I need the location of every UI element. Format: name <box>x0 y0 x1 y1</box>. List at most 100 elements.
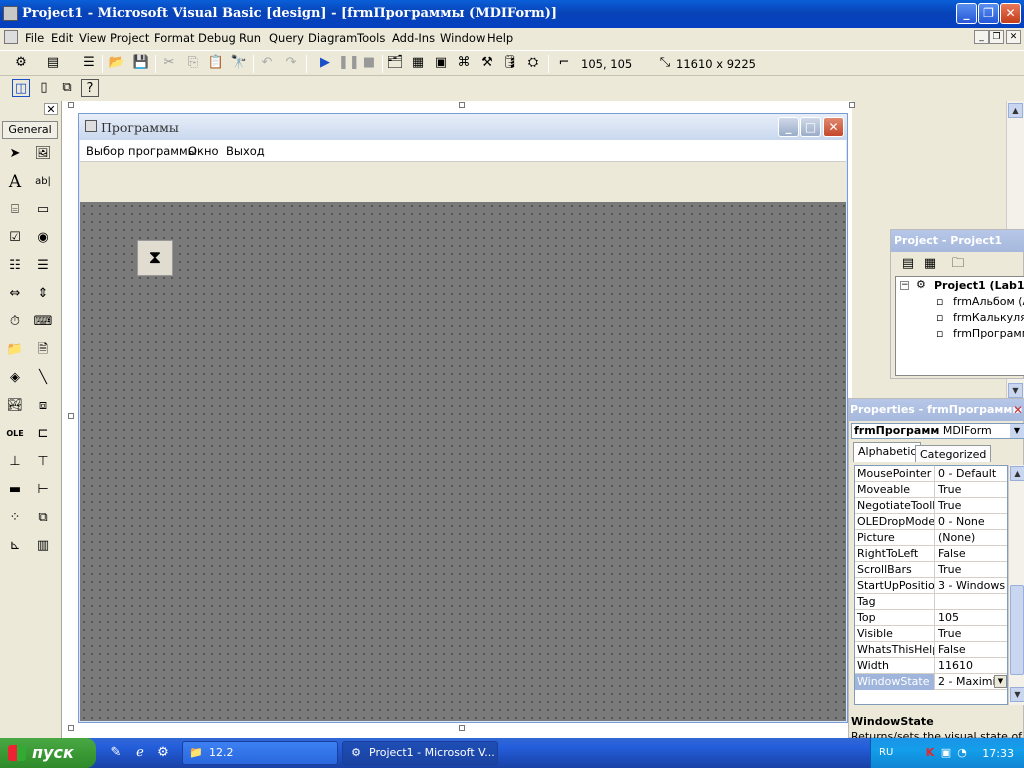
drivelistbox-tool-icon[interactable]: ⌨ <box>32 311 54 333</box>
network-icon[interactable]: ▣ <box>939 746 953 760</box>
property-row[interactable]: ScrollBars True <box>855 562 1007 578</box>
toggle-folders-icon[interactable]: 🗀 <box>949 255 967 273</box>
end-icon[interactable]: ■ <box>360 54 378 72</box>
language-indicator[interactable]: RU <box>879 747 893 758</box>
bring-to-front-icon[interactable]: ◫ <box>12 79 30 97</box>
kaspersky-icon[interactable]: K <box>923 746 937 760</box>
taskbar-item-vb[interactable]: ⚙ Project1 - Microsoft V... <box>342 741 498 765</box>
add-form-icon[interactable]: ▤ <box>44 54 62 72</box>
scroll-up-icon[interactable]: ▲ <box>1008 103 1023 118</box>
shape-tool-icon[interactable]: ◈ <box>4 367 26 389</box>
menu-query[interactable]: Query <box>269 31 304 45</box>
property-row[interactable]: Moveable True <box>855 482 1007 498</box>
menu-view[interactable]: View <box>79 31 106 45</box>
tree-item-form[interactable]: frmПрограммы <box>953 327 1024 340</box>
internet-explorer-icon[interactable]: ℯ <box>132 745 148 761</box>
resize-handle[interactable] <box>459 725 465 731</box>
property-value[interactable]: True <box>936 482 1007 498</box>
collapse-icon[interactable]: − <box>900 281 909 290</box>
tree-item-form[interactable]: frmКалькулят <box>953 311 1024 324</box>
resize-handle[interactable] <box>68 102 74 108</box>
component-manager-icon[interactable]: ⛭ <box>524 54 542 72</box>
toolbox-close-icon[interactable]: ✕ <box>44 103 58 115</box>
extra-tool-5-icon[interactable]: ⁘ <box>4 507 26 529</box>
property-row[interactable]: Width 11610 <box>855 658 1007 674</box>
form-menu-select-program[interactable]: Выбор программы <box>86 144 197 158</box>
property-row[interactable]: StartUpPosition3 - Windows D <box>855 578 1007 594</box>
quicklaunch-icon[interactable]: ✎ <box>108 745 124 761</box>
data-view-icon[interactable]: 🛢 <box>501 54 519 72</box>
extra-tool-8-icon[interactable]: ▥ <box>32 535 54 557</box>
tab-alphabetic[interactable]: Alphabetic <box>853 442 922 462</box>
save-project-icon[interactable]: 💾 <box>132 54 150 72</box>
property-row[interactable]: WhatsThisHelp False <box>855 642 1007 658</box>
combobox-tool-icon[interactable]: ☷ <box>4 255 26 277</box>
property-value[interactable]: 11610 <box>936 658 1007 674</box>
property-value[interactable]: True <box>936 562 1007 578</box>
property-row[interactable]: Visible True <box>855 626 1007 642</box>
form-menu-exit[interactable]: Выход <box>226 144 265 158</box>
quicklaunch-app-icon[interactable]: ⚙ <box>155 745 171 761</box>
open-project-icon[interactable]: 📂 <box>108 54 126 72</box>
scroll-thumb[interactable] <box>1010 585 1024 675</box>
mdi-close-button[interactable]: ✕ <box>1006 30 1021 44</box>
paste-icon[interactable]: 📋 <box>207 54 225 72</box>
form-menu-window[interactable]: Окно <box>188 144 219 158</box>
menu-window[interactable]: Window <box>440 31 485 45</box>
tree-project-root[interactable]: Project1 (Lab12 <box>934 279 1024 292</box>
property-value[interactable]: True <box>936 626 1007 642</box>
property-row[interactable]: NegotiateToolbaTrue <box>855 498 1007 514</box>
extra-tool-4-icon[interactable]: ▬ <box>4 479 26 501</box>
ole-tool-icon[interactable]: OLE <box>4 423 26 445</box>
form-system-icon[interactable] <box>4 30 18 44</box>
redo-icon[interactable]: ↷ <box>282 54 300 72</box>
view-object-icon[interactable]: ▦ <box>921 255 939 273</box>
project-explorer-icon[interactable]: 🗂 <box>386 54 404 72</box>
extra-tool-1-icon[interactable]: ⊏ <box>32 423 54 445</box>
property-value[interactable]: 105 <box>936 610 1007 626</box>
cut-icon[interactable]: ✂ <box>160 54 178 72</box>
help-icon[interactable]: ? <box>81 79 99 97</box>
line-tool-icon[interactable]: ╲ <box>32 367 54 389</box>
property-row[interactable]: Top 105 <box>855 610 1007 626</box>
vscrollbar-tool-icon[interactable]: ⇕ <box>32 283 54 305</box>
scroll-down-icon[interactable]: ▼ <box>1008 383 1023 398</box>
property-value[interactable]: 0 - None <box>936 514 1007 530</box>
undo-icon[interactable]: ↶ <box>258 54 276 72</box>
menu-add-ins[interactable]: Add-Ins <box>392 31 435 45</box>
resize-handle[interactable] <box>849 102 855 108</box>
close-button[interactable]: ✕ <box>1000 3 1021 24</box>
menu-project[interactable]: Project <box>110 31 149 45</box>
image-tool-icon[interactable]: 🏞 <box>4 395 26 417</box>
property-row[interactable]: MousePointer 0 - Default <box>855 466 1007 482</box>
listbox-tool-icon[interactable]: ☰ <box>32 255 54 277</box>
form-minimize-button[interactable]: _ <box>778 117 799 137</box>
minimize-button[interactable]: _ <box>956 3 977 24</box>
timer-tool-icon[interactable]: ⏱ <box>4 311 26 333</box>
property-grid-scrollbar[interactable]: ▲ ▼ <box>1008 465 1024 705</box>
align-icon[interactable]: ⧉ <box>58 79 76 97</box>
menu-editor-icon[interactable]: ☰ <box>80 54 98 72</box>
tree-item-form[interactable]: frmАльбом (Ал <box>953 295 1024 308</box>
vb-app-icon[interactable] <box>3 6 18 21</box>
property-row[interactable]: OLEDropMode 0 - None <box>855 514 1007 530</box>
commandbutton-tool-icon[interactable]: ▭ <box>32 199 54 221</box>
maximize-button[interactable]: ❐ <box>978 3 999 24</box>
property-row[interactable]: RightToLeft False <box>855 546 1007 562</box>
start-button[interactable]: пуск <box>0 738 96 768</box>
property-row[interactable]: Tag <box>855 594 1007 610</box>
extra-tool-2-icon[interactable]: ⊥ <box>4 451 26 473</box>
menu-diagram[interactable]: Diagram <box>308 31 357 45</box>
extra-tool-6-icon[interactable]: ⧉ <box>32 507 54 529</box>
scroll-down-icon[interactable]: ▼ <box>1010 687 1024 702</box>
data-tool-icon[interactable]: ⧈ <box>32 395 54 417</box>
pointer-tool-icon[interactable]: ➤ <box>4 143 26 165</box>
form-title-bar[interactable]: Программы _ □ ✕ <box>79 114 847 140</box>
extra-tool-3-icon[interactable]: ⊤ <box>32 451 54 473</box>
menu-file[interactable]: File <box>25 31 44 45</box>
property-value[interactable] <box>936 594 1007 610</box>
resize-handle[interactable] <box>459 102 465 108</box>
resize-handle[interactable] <box>68 413 74 419</box>
form-close-button[interactable]: ✕ <box>823 117 844 137</box>
copy-icon[interactable]: ⎘ <box>184 54 202 72</box>
